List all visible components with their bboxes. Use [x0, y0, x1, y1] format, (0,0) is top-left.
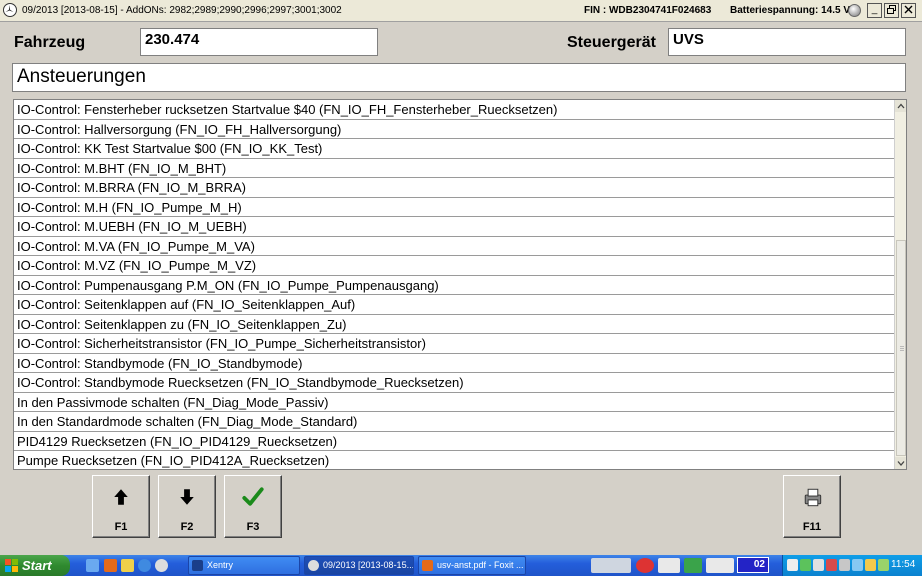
ecu-field: UVS	[668, 28, 906, 56]
quicklaunch-ie-icon[interactable]	[138, 559, 151, 572]
f2-label: F2	[180, 521, 194, 533]
tray-check-icon[interactable]	[878, 559, 889, 571]
vehicle-field: 230.474	[140, 28, 378, 56]
list-item[interactable]: IO-Control: Hallversorgung (FN_IO_FH_Hal…	[14, 120, 894, 139]
task-xentry[interactable]: Xentry	[188, 556, 300, 575]
f2-scroll-down-button[interactable]: F2	[158, 475, 216, 538]
battery-voltage-label: Batteriespannung: 14.5 V	[730, 5, 851, 16]
list-item[interactable]: IO-Control: Sicherheitstransistor (FN_IO…	[14, 334, 894, 354]
arrow-down-icon	[180, 489, 194, 505]
vehicle-label: Fahrzeug	[14, 34, 86, 51]
badge-value: 02	[753, 559, 765, 570]
close-icon	[904, 5, 913, 14]
tray-volume-icon[interactable]	[865, 559, 876, 571]
list-item[interactable]: Pumpe Ruecksetzen (FN_IO_PID412A_Rueckse…	[14, 451, 894, 469]
grip-icon	[900, 346, 904, 351]
task-label: usv-anst.pdf - Foxit ...	[437, 560, 524, 570]
window-title: 09/2013 [2013-08-15] - AddONs: 2982;2989…	[22, 5, 342, 16]
mercedes-star-icon	[3, 3, 17, 17]
f11-print-button[interactable]: F11	[783, 475, 841, 538]
tool-icon[interactable]	[658, 558, 680, 573]
chevron-down-icon	[897, 461, 905, 466]
f3-label: F3	[246, 521, 260, 533]
list-item[interactable]: In den Passivmode schalten (FN_Diag_Mode…	[14, 393, 894, 412]
windows-logo-icon	[5, 559, 18, 572]
list-item[interactable]: IO-Control: M.BHT (FN_IO_M_BHT)	[14, 159, 894, 178]
title-bar: 09/2013 [2013-08-15] - AddONs: 2982;2989…	[0, 0, 922, 22]
star-icon	[308, 560, 319, 571]
list-item[interactable]: IO-Control: Seitenklappen auf (FN_IO_Sei…	[14, 295, 894, 315]
quicklaunch-mail-icon[interactable]	[121, 559, 134, 572]
start-button[interactable]: Start	[0, 555, 70, 576]
xentry-icon	[192, 560, 203, 571]
ecu-label: Steuergerät	[567, 34, 656, 51]
start-label: Start	[22, 558, 52, 573]
list-item[interactable]: IO-Control: Seitenklappen zu (FN_IO_Seit…	[14, 315, 894, 334]
task-foxit[interactable]: usv-anst.pdf - Foxit ...	[418, 556, 526, 575]
tray-network-icon[interactable]	[800, 559, 811, 571]
printer-icon	[804, 488, 822, 507]
pdf-icon	[422, 560, 433, 571]
tray-display-icon[interactable]	[813, 559, 824, 571]
task-label: 09/2013 [2013-08-15...	[323, 560, 414, 570]
list-item[interactable]: IO-Control: Fensterheber rucksetzen Star…	[14, 100, 894, 120]
quicklaunch-media-icon[interactable]	[155, 559, 168, 572]
task-label: Xentry	[207, 560, 234, 570]
list-item[interactable]: In den Standardmode schalten (FN_Diag_Mo…	[14, 412, 894, 432]
list-item[interactable]: IO-Control: M.VZ (FN_IO_Pumpe_M_VZ)	[14, 256, 894, 276]
quicklaunch-desktop-icon[interactable]	[86, 559, 99, 572]
list-item[interactable]: IO-Control: Standbymode Ruecksetzen (FN_…	[14, 373, 894, 393]
list-item[interactable]: IO-Control: M.BRRA (FN_IO_M_BRRA)	[14, 178, 894, 198]
battery-status-icon	[848, 4, 861, 17]
minimize-button[interactable]: _	[867, 3, 882, 18]
f1-label: F1	[114, 521, 128, 533]
taskbar: Start Xentry 09/2013 [2013-08-15... usv-…	[0, 555, 922, 576]
scroll-up-button[interactable]	[895, 100, 906, 112]
clock: 11:54	[891, 559, 916, 570]
restore-icon	[887, 5, 896, 14]
sync-icon[interactable]	[684, 558, 702, 573]
chevron-up-icon	[897, 103, 905, 109]
scroll-thumb[interactable]	[896, 240, 906, 456]
list-scrollbar[interactable]	[894, 100, 906, 469]
checkmark-icon	[242, 487, 264, 506]
tray-usb-icon[interactable]	[839, 559, 850, 571]
arrow-up-icon	[114, 489, 128, 505]
list-item[interactable]: IO-Control: M.VA (FN_IO_Pumpe_M_VA)	[14, 237, 894, 256]
actuation-list[interactable]: IO-Control: Fensterheber rucksetzen Star…	[13, 99, 907, 470]
section-title: Ansteuerungen	[12, 63, 906, 92]
list-item[interactable]: PID4129 Ruecksetzen (FN_IO_PID4129_Rueck…	[14, 432, 894, 451]
device-icon[interactable]	[706, 558, 734, 573]
restore-button[interactable]	[884, 3, 899, 18]
network-icon[interactable]	[591, 558, 631, 573]
list-item[interactable]: IO-Control: M.H (FN_IO_Pumpe_M_H)	[14, 198, 894, 217]
list-item[interactable]: IO-Control: KK Test Startvalue $00 (FN_I…	[14, 139, 894, 159]
fin-label: FIN : WDB2304741F024683	[584, 5, 712, 16]
list-item[interactable]: IO-Control: Pumpenausgang P.M_ON (FN_IO_…	[14, 276, 894, 295]
quicklaunch-pdf-icon[interactable]	[104, 559, 117, 572]
task-xentry-window[interactable]: 09/2013 [2013-08-15...	[304, 556, 414, 575]
f1-scroll-up-button[interactable]: F1	[92, 475, 150, 538]
tray-info-icon[interactable]	[852, 559, 863, 571]
tray-security-icon[interactable]	[826, 559, 837, 571]
f11-label: F11	[802, 521, 822, 533]
list-item[interactable]: IO-Control: M.UEBH (FN_IO_M_UEBH)	[14, 217, 894, 237]
tray-keyboard-icon[interactable]	[787, 559, 798, 571]
scroll-down-button[interactable]	[895, 457, 906, 469]
close-button[interactable]	[901, 3, 916, 18]
counter-badge[interactable]: 02	[737, 557, 769, 573]
f3-confirm-button[interactable]: F3	[224, 475, 282, 538]
list-item[interactable]: IO-Control: Standbymode (FN_IO_Standbymo…	[14, 354, 894, 373]
stop-icon[interactable]	[636, 558, 654, 573]
